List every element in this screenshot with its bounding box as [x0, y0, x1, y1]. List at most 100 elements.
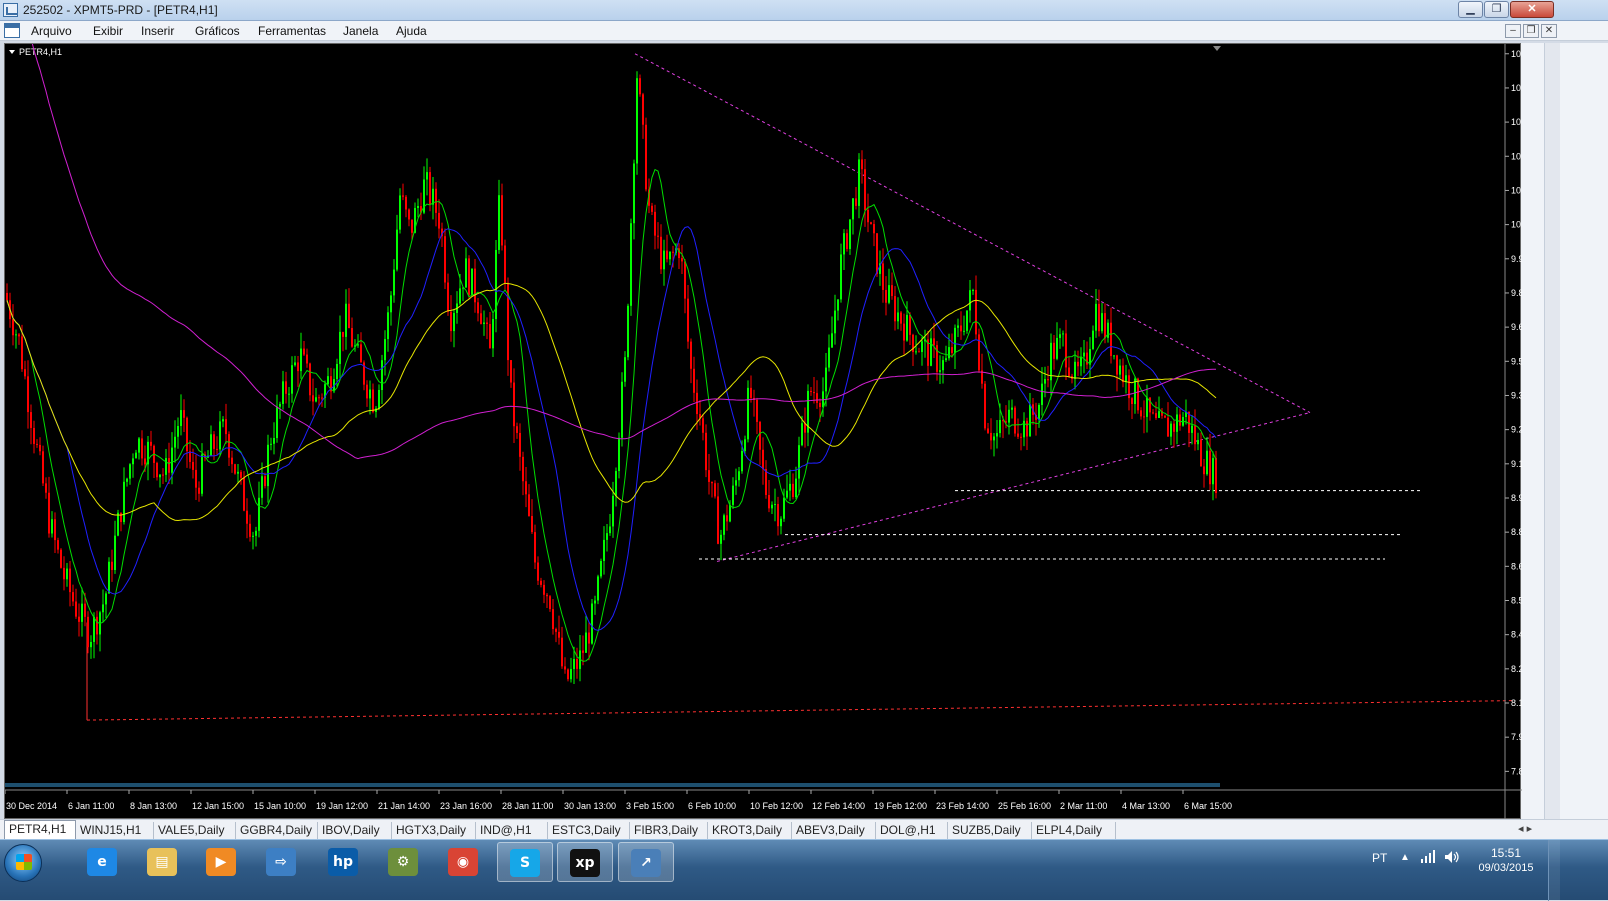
candle-body — [837, 299, 839, 311]
candle-body — [303, 348, 305, 355]
taskbar-skype-button[interactable]: S — [497, 842, 553, 882]
time-tick-label: 21 Jan 14:00 — [378, 801, 430, 811]
candle-body — [789, 483, 791, 491]
taskbar-xp-investimentos-button[interactable]: xp — [557, 842, 613, 882]
candle-body — [534, 532, 536, 563]
close-button[interactable]: ✕ — [1510, 1, 1554, 18]
candle-body — [642, 94, 644, 125]
taskbar-tools-app-button[interactable]: ⚙ — [376, 842, 432, 882]
chart-tab-ggbr4-daily[interactable]: GGBR4,Daily — [236, 822, 318, 839]
candle-body — [501, 195, 503, 246]
candle-body — [402, 195, 404, 197]
candle-body — [867, 209, 869, 223]
taskbar-metatrader-button[interactable]: ↗ — [618, 842, 674, 882]
chart-tab-hgtx3-daily[interactable]: HGTX3,Daily — [392, 822, 476, 839]
candle-body — [102, 604, 104, 613]
candle-body — [132, 458, 134, 465]
xp-investimentos-icon: xp — [570, 849, 600, 877]
candle-body — [291, 365, 293, 394]
chart-tab-winj15-h1[interactable]: WINJ15,H1 — [76, 822, 154, 839]
chart-window[interactable]: PETR4,H1 10.78 10.64 10.50 10.36 10.22 10.08 9… — [4, 43, 1522, 820]
candle-body — [351, 327, 353, 347]
taskbar-hp-button[interactable]: hp — [316, 842, 372, 882]
candle-body — [369, 389, 371, 399]
candle-body — [135, 452, 137, 459]
chart-tab-fibr3-daily[interactable]: FIBR3,Daily — [630, 822, 708, 839]
minimize-button[interactable]: ▁ — [1458, 1, 1483, 18]
mdi-restore-button[interactable]: ❐ — [1523, 24, 1539, 38]
menu-inserir[interactable]: Inserir — [141, 24, 174, 38]
candle-body — [429, 172, 431, 205]
candle-body — [336, 363, 338, 380]
price-tick-label: 7.84 — [1511, 766, 1522, 776]
menu-janela[interactable]: Janela — [343, 24, 378, 38]
mdi-minimize-button[interactable]: – — [1505, 24, 1521, 38]
network-icon[interactable] — [1420, 850, 1436, 864]
clock-time[interactable]: 15:51 — [1476, 846, 1536, 860]
start-button[interactable] — [4, 844, 42, 882]
candle-body — [705, 432, 707, 471]
taskbar-internet-explorer-button[interactable]: e — [75, 842, 131, 882]
chart-tab-estc3-daily[interactable]: ESTC3,Daily — [548, 822, 630, 839]
maximize-button[interactable]: ❐ — [1484, 1, 1509, 18]
tray-expand-icon[interactable]: ▲ — [1400, 852, 1410, 863]
taskbar-chrome-button[interactable]: ◉ — [436, 842, 492, 882]
chart-tab-elpl4-daily[interactable]: ELPL4,Daily — [1032, 822, 1116, 839]
candle-body — [639, 78, 641, 95]
candle-body — [435, 188, 437, 213]
menu-graficos[interactable]: Gráficos — [195, 24, 240, 38]
volume-icon[interactable] — [1444, 850, 1460, 864]
menu-ajuda[interactable]: Ajuda — [396, 24, 427, 38]
candle-body — [831, 333, 833, 348]
candle-body — [651, 205, 653, 212]
candle-body — [585, 632, 587, 653]
candle-body — [1194, 425, 1196, 445]
show-desktop-button[interactable] — [1548, 840, 1560, 901]
candle-body — [522, 456, 524, 482]
candle-body — [792, 483, 794, 498]
candle-body — [513, 382, 515, 427]
candle-body — [582, 650, 584, 653]
chart-tab-dol-h1[interactable]: DOL@,H1 — [876, 822, 948, 839]
chart-tab-ind-h1[interactable]: IND@,H1 — [476, 822, 548, 839]
clock-date[interactable]: 09/03/2015 — [1472, 862, 1540, 874]
candle-body — [708, 470, 710, 482]
price-tick-label: 9.66 — [1511, 322, 1522, 332]
candle-body — [561, 637, 563, 667]
tab-scroll-arrows[interactable]: ◂ ▸ — [1518, 822, 1532, 835]
candle-body — [111, 561, 113, 571]
menu-arquivo[interactable]: Arquivo — [31, 24, 72, 38]
candle-body — [1041, 383, 1043, 405]
candle-body — [690, 341, 692, 369]
media-player-icon: ▶ — [206, 848, 236, 876]
mdi-close-button[interactable]: ✕ — [1541, 24, 1557, 38]
chart-tab-krot3-daily[interactable]: KROT3,Daily — [708, 822, 792, 839]
candle-body — [633, 163, 635, 224]
candle-body — [738, 471, 740, 481]
candle-body — [645, 124, 647, 190]
menu-exibir[interactable]: Exibir — [93, 24, 123, 38]
candle-body — [426, 172, 428, 180]
chart-tab-suzb5-daily[interactable]: SUZB5,Daily — [948, 822, 1032, 839]
candle-body — [312, 395, 314, 402]
collapse-triangle-icon[interactable] — [9, 50, 15, 54]
chart-window-icon[interactable] — [4, 23, 20, 38]
price-chart[interactable]: PETR4,H1 10.78 10.64 10.50 10.36 10.22 10.08 9… — [5, 44, 1522, 820]
candle-body — [24, 369, 26, 377]
chart-tab-abev3-daily[interactable]: ABEV3,Daily — [792, 822, 876, 839]
chart-tab-vale5-daily[interactable]: VALE5,Daily — [154, 822, 236, 839]
candle-body — [954, 327, 956, 354]
candle-body — [1203, 466, 1205, 475]
taskbar-media-player-button[interactable]: ▶ — [194, 842, 250, 882]
chart-tab-ibov-daily[interactable]: IBOV,Daily — [318, 822, 392, 839]
menu-ferramentas[interactable]: Ferramentas — [258, 24, 326, 38]
candle-body — [393, 269, 395, 296]
candle-body — [864, 169, 866, 210]
taskbar-file-explorer-button[interactable]: ▤ — [135, 842, 191, 882]
taskbar-network-app-button[interactable]: ⇨ — [254, 842, 310, 882]
chart-tab-petr4-h1[interactable]: PETR4,H1 — [4, 820, 76, 839]
language-indicator[interactable]: PT — [1372, 851, 1387, 865]
candle-body — [492, 319, 494, 349]
vertical-scrollbar[interactable] — [1544, 43, 1560, 819]
candle-body — [819, 402, 821, 408]
